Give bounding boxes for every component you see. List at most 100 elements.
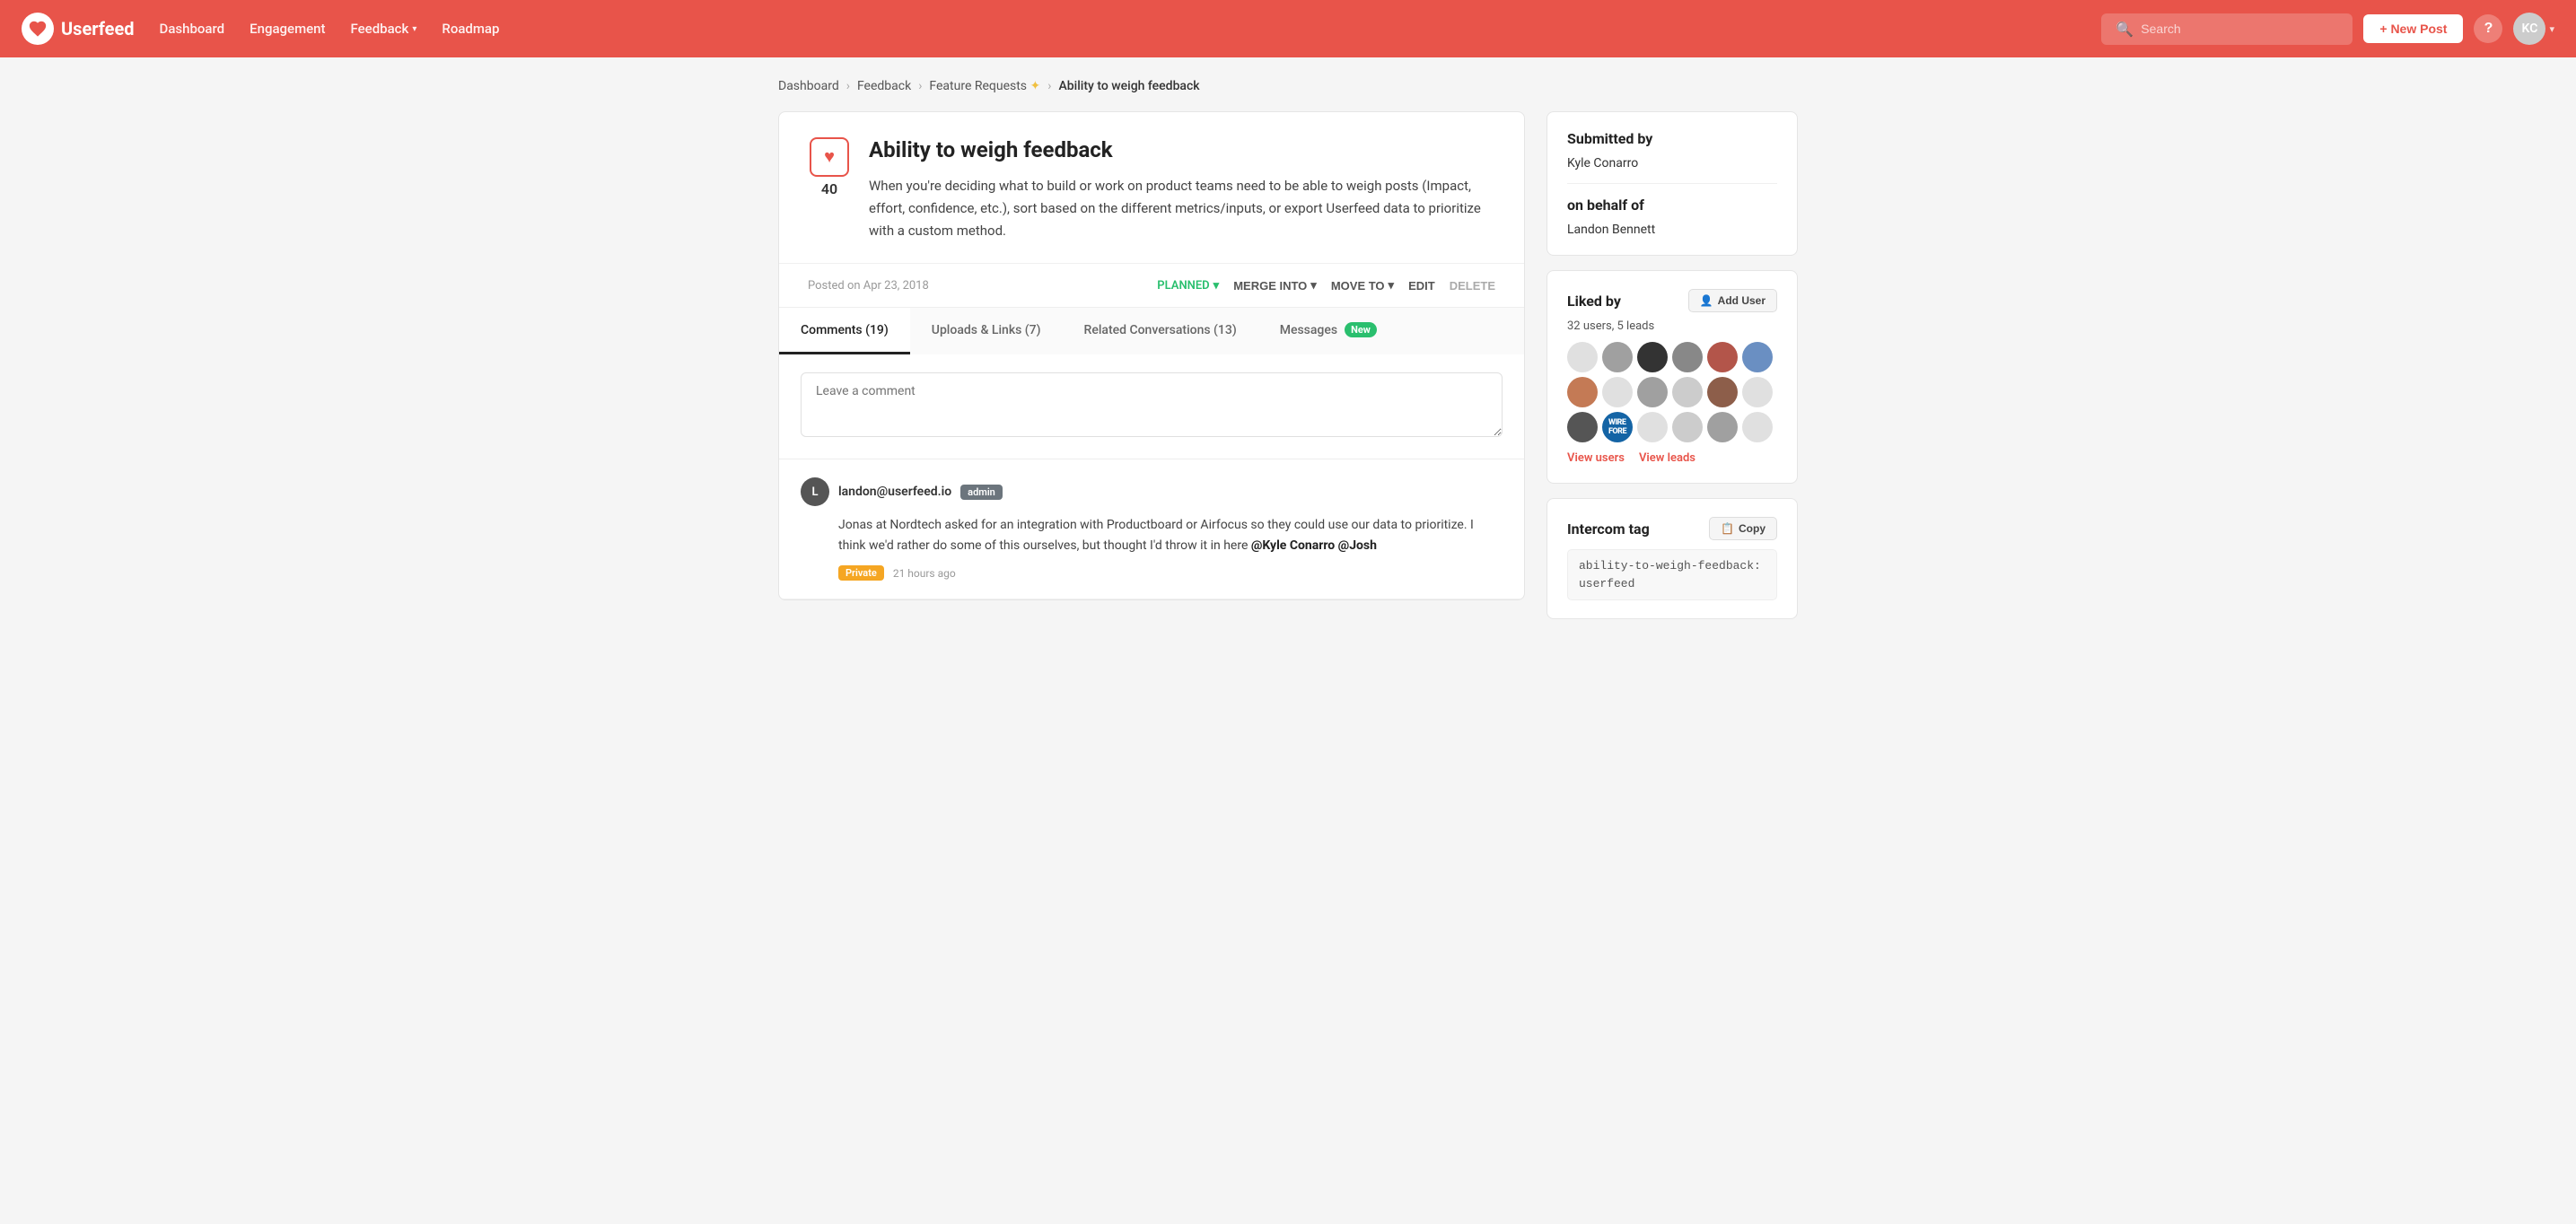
- brand-name: Userfeed: [61, 18, 135, 39]
- comment-avatar: L: [801, 477, 829, 506]
- tag-value: ability-to-weigh-feedback:userfeed: [1567, 549, 1777, 600]
- comment-meta: Private 21 hours ago: [801, 565, 1503, 581]
- post-section: ♥ 40 Ability to weigh feedback When you'…: [779, 112, 1524, 263]
- add-user-icon: 👤: [1700, 294, 1713, 307]
- avatar-12: [1742, 377, 1773, 407]
- avatar-7: [1567, 377, 1598, 407]
- new-post-button[interactable]: + New Post: [2363, 14, 2463, 43]
- avatar-16: [1707, 412, 1738, 442]
- post-body: When you're deciding what to build or wo…: [869, 175, 1495, 241]
- copy-icon: 📋: [1721, 522, 1734, 535]
- intercom-tag-title: Intercom tag: [1567, 520, 1650, 538]
- status-caret: ▾: [1214, 279, 1220, 293]
- private-badge: Private: [838, 565, 884, 581]
- navbar: Userfeed Dashboard Engagement Feedback ▾…: [0, 0, 2576, 57]
- search-box[interactable]: 🔍: [2101, 13, 2353, 45]
- avatar-1: [1567, 342, 1598, 372]
- breadcrumb-dashboard[interactable]: Dashboard: [778, 79, 839, 93]
- sidebar: Submitted by Kyle Conarro on behalf of L…: [1546, 111, 1798, 619]
- sidebar-divider: [1567, 183, 1777, 184]
- avatars-grid: WIREFORE: [1567, 342, 1777, 442]
- breadcrumb-sep-2: ›: [918, 79, 922, 93]
- admin-badge: admin: [960, 485, 1003, 500]
- avatar-8: [1602, 377, 1633, 407]
- avatar-10: [1672, 377, 1703, 407]
- avatar-6: [1742, 342, 1773, 372]
- post-date: Posted on Apr 23, 2018: [808, 279, 929, 293]
- view-users-link[interactable]: View users: [1567, 451, 1625, 465]
- liked-by-card: Liked by 👤 Add User 32 users, 5 leads: [1546, 270, 1798, 484]
- move-to-button[interactable]: MOVE TO ▾: [1331, 278, 1394, 293]
- breadcrumb-sep-1: ›: [846, 79, 850, 93]
- vote-count: 40: [821, 180, 837, 197]
- tab-uploads[interactable]: Uploads & Links (7): [910, 308, 1063, 354]
- comment-input[interactable]: [801, 372, 1503, 437]
- user-avatar: KC: [2513, 13, 2545, 45]
- on-behalf-of-title: on behalf of: [1567, 197, 1777, 214]
- user-menu-caret: ▾: [2549, 23, 2554, 35]
- breadcrumb-feedback[interactable]: Feedback: [857, 79, 911, 93]
- vote-button[interactable]: ♥: [810, 137, 849, 177]
- comment-body: Jonas at Nordtech asked for an integrati…: [801, 515, 1503, 556]
- intercom-tag-header: Intercom tag 📋 Copy: [1567, 517, 1777, 540]
- nav-engagement[interactable]: Engagement: [250, 21, 325, 37]
- avatar-13: [1567, 412, 1598, 442]
- comment-author: landon@userfeed.io: [838, 485, 951, 499]
- liked-by-title: Liked by: [1567, 293, 1621, 310]
- vote-box: ♥ 40: [808, 137, 851, 241]
- delete-button[interactable]: DELETE: [1450, 279, 1495, 293]
- brand-link[interactable]: Userfeed: [22, 13, 135, 45]
- merge-into-button[interactable]: MERGE INTO ▾: [1233, 278, 1317, 293]
- nav-dashboard[interactable]: Dashboard: [160, 21, 225, 37]
- feedback-dropdown-caret: ▾: [412, 24, 416, 34]
- copy-button[interactable]: 📋 Copy: [1709, 517, 1777, 540]
- breadcrumb-feature-requests[interactable]: Feature Requests ✦: [929, 79, 1040, 93]
- messages-new-badge: New: [1345, 322, 1377, 337]
- comment-time: 21 hours ago: [893, 567, 956, 580]
- search-input[interactable]: [2141, 22, 2338, 36]
- help-button[interactable]: ?: [2474, 14, 2502, 43]
- comment-header: L landon@userfeed.io admin: [801, 477, 1503, 506]
- search-icon: 🔍: [2116, 21, 2134, 38]
- heart-icon: ♥: [824, 147, 835, 168]
- add-user-button[interactable]: 👤 Add User: [1688, 289, 1777, 312]
- brand-icon: [22, 13, 54, 45]
- tab-messages[interactable]: Messages New: [1258, 308, 1398, 354]
- avatar-word: WIREFORE: [1602, 412, 1633, 442]
- view-leads-link[interactable]: View leads: [1639, 451, 1695, 465]
- tabs-bar: Comments (19) Uploads & Links (7) Relate…: [779, 307, 1524, 354]
- move-caret: ▾: [1389, 278, 1395, 293]
- main-container: Dashboard › Feedback › Feature Requests …: [749, 57, 1827, 641]
- status-button[interactable]: PLANNED ▾: [1157, 279, 1219, 293]
- avatar-4: [1672, 342, 1703, 372]
- post-title: Ability to weigh feedback: [869, 137, 1495, 162]
- comment-item: L landon@userfeed.io admin Jonas at Nord…: [779, 459, 1524, 599]
- liked-count: 32 users, 5 leads: [1567, 319, 1777, 333]
- tab-comments[interactable]: Comments (19): [779, 308, 910, 354]
- avatar-17: [1742, 412, 1773, 442]
- nav-feedback[interactable]: Feedback ▾: [351, 21, 417, 37]
- breadcrumb-current: Ability to weigh feedback: [1058, 79, 1199, 93]
- post-footer: Posted on Apr 23, 2018 PLANNED ▾ MERGE I…: [779, 263, 1524, 307]
- avatar-14: [1637, 412, 1668, 442]
- submitted-by-card: Submitted by Kyle Conarro on behalf of L…: [1546, 111, 1798, 256]
- submitted-by-title: Submitted by: [1567, 130, 1777, 147]
- post-content: Ability to weigh feedback When you're de…: [869, 137, 1495, 241]
- avatar-9: [1637, 377, 1668, 407]
- submitted-by-name: Kyle Conarro: [1567, 156, 1777, 170]
- on-behalf-of-name: Landon Bennett: [1567, 223, 1777, 237]
- breadcrumb: Dashboard › Feedback › Feature Requests …: [778, 79, 1798, 93]
- feature-requests-star: ✦: [1030, 79, 1041, 93]
- edit-button[interactable]: EDIT: [1408, 279, 1435, 293]
- avatar-5: [1707, 342, 1738, 372]
- avatar-2: [1602, 342, 1633, 372]
- view-links: View users View leads: [1567, 451, 1777, 465]
- nav-roadmap[interactable]: Roadmap: [442, 21, 499, 37]
- tab-conversations[interactable]: Related Conversations (13): [1063, 308, 1258, 354]
- main-card: ♥ 40 Ability to weigh feedback When you'…: [778, 111, 1525, 600]
- user-menu[interactable]: KC ▾: [2513, 13, 2554, 45]
- comment-box-section: [779, 354, 1524, 459]
- breadcrumb-sep-3: ›: [1047, 79, 1051, 93]
- intercom-tag-card: Intercom tag 📋 Copy ability-to-weigh-fee…: [1546, 498, 1798, 619]
- merge-caret: ▾: [1310, 278, 1317, 293]
